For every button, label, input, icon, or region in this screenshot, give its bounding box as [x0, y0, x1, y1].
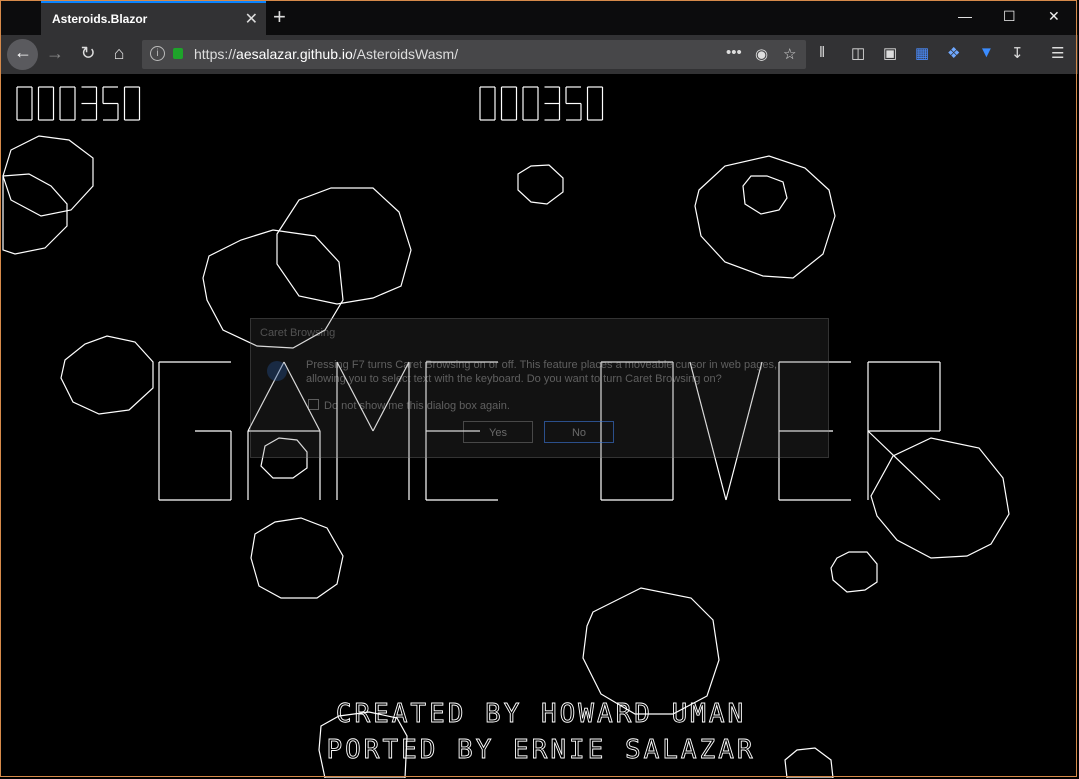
asteroid-1 [2, 135, 94, 217]
no-button[interactable]: No [544, 421, 614, 443]
info-icon[interactable]: i [150, 46, 165, 61]
tab-asteroids[interactable]: Asteroids.Blazor ✕ [41, 1, 266, 35]
sidebar-icon[interactable]: ◫ [851, 44, 865, 62]
close-window-icon[interactable]: ✕ [1048, 8, 1060, 25]
question-icon [267, 361, 287, 381]
asteroid-2 [2, 173, 68, 255]
credit-ported-by: PORTED BY ERNIE SALAZAR [326, 735, 755, 765]
address-bar[interactable]: i https://aesalazar.github.io/AsteroidsW… [142, 40, 806, 69]
close-tab-icon[interactable]: ✕ [245, 9, 258, 29]
score-right [479, 86, 604, 121]
asteroid-6 [694, 155, 836, 279]
asteroid-15 [784, 747, 834, 778]
checkbox-label: Do not show me this dialog box again. [324, 400, 510, 412]
asteroid-4 [276, 187, 412, 305]
score-left [16, 86, 141, 121]
page-actions-icon[interactable]: ••• [726, 44, 742, 61]
asteroid-7 [742, 175, 788, 215]
asteroid-13 [582, 587, 720, 715]
checkbox-icon[interactable] [308, 399, 319, 410]
dialog-title: Caret Browsing [260, 327, 336, 339]
downloads-icon[interactable]: ↧ [1011, 44, 1024, 62]
game-canvas[interactable]: CREATED BY HOWARD UMAN PORTED BY ERNIE SA… [1, 74, 1078, 778]
asteroid-12 [830, 551, 878, 593]
yes-button[interactable]: Yes [463, 421, 533, 443]
asteroid-10 [870, 437, 1010, 559]
screenshot-icon[interactable]: ▣ [883, 44, 897, 62]
forward-button[interactable]: → [44, 43, 66, 64]
dialog-message: Pressing F7 turns Caret Browsing on or o… [306, 359, 777, 385]
extension-icon[interactable]: ❖ [947, 44, 960, 62]
caret-browsing-dialog: Caret Browsing Pressing F7 turns Caret B… [250, 318, 829, 458]
tab-title: Asteroids.Blazor [52, 12, 148, 26]
reload-button[interactable]: ↻ [77, 43, 99, 64]
download-helper-icon[interactable]: ▼ [979, 44, 994, 61]
minimize-icon[interactable]: — [958, 8, 972, 24]
dont-show-checkbox[interactable]: Do not show me this dialog box again. [308, 399, 510, 412]
back-button[interactable]: ← [7, 39, 38, 70]
library-icon[interactable]: ‖ [819, 44, 825, 61]
title-bar: Asteroids.Blazor ✕ + — ☐ ✕ [1, 1, 1078, 35]
maximize-icon[interactable]: ☐ [1003, 8, 1016, 25]
new-tab-button[interactable]: + [273, 4, 286, 30]
home-button[interactable]: ⌂ [108, 43, 130, 64]
asteroid-8 [60, 335, 154, 415]
save-icon[interactable]: ▦ [915, 44, 929, 62]
navigation-bar: ← → ↻ ⌂ i https://aesalazar.github.io/As… [1, 35, 1078, 74]
pocket-icon[interactable]: ◉ [755, 45, 768, 63]
menu-icon[interactable]: ☰ [1051, 44, 1064, 62]
lock-icon [173, 48, 183, 59]
asteroid-3 [517, 164, 564, 205]
asteroid-11 [250, 517, 344, 599]
credit-created-by: CREATED BY HOWARD UMAN [336, 699, 746, 729]
bookmark-star-icon[interactable]: ☆ [783, 45, 796, 63]
arrow-left-icon: ← [14, 42, 32, 62]
url-text[interactable]: https://aesalazar.github.io/AsteroidsWas… [194, 46, 458, 62]
